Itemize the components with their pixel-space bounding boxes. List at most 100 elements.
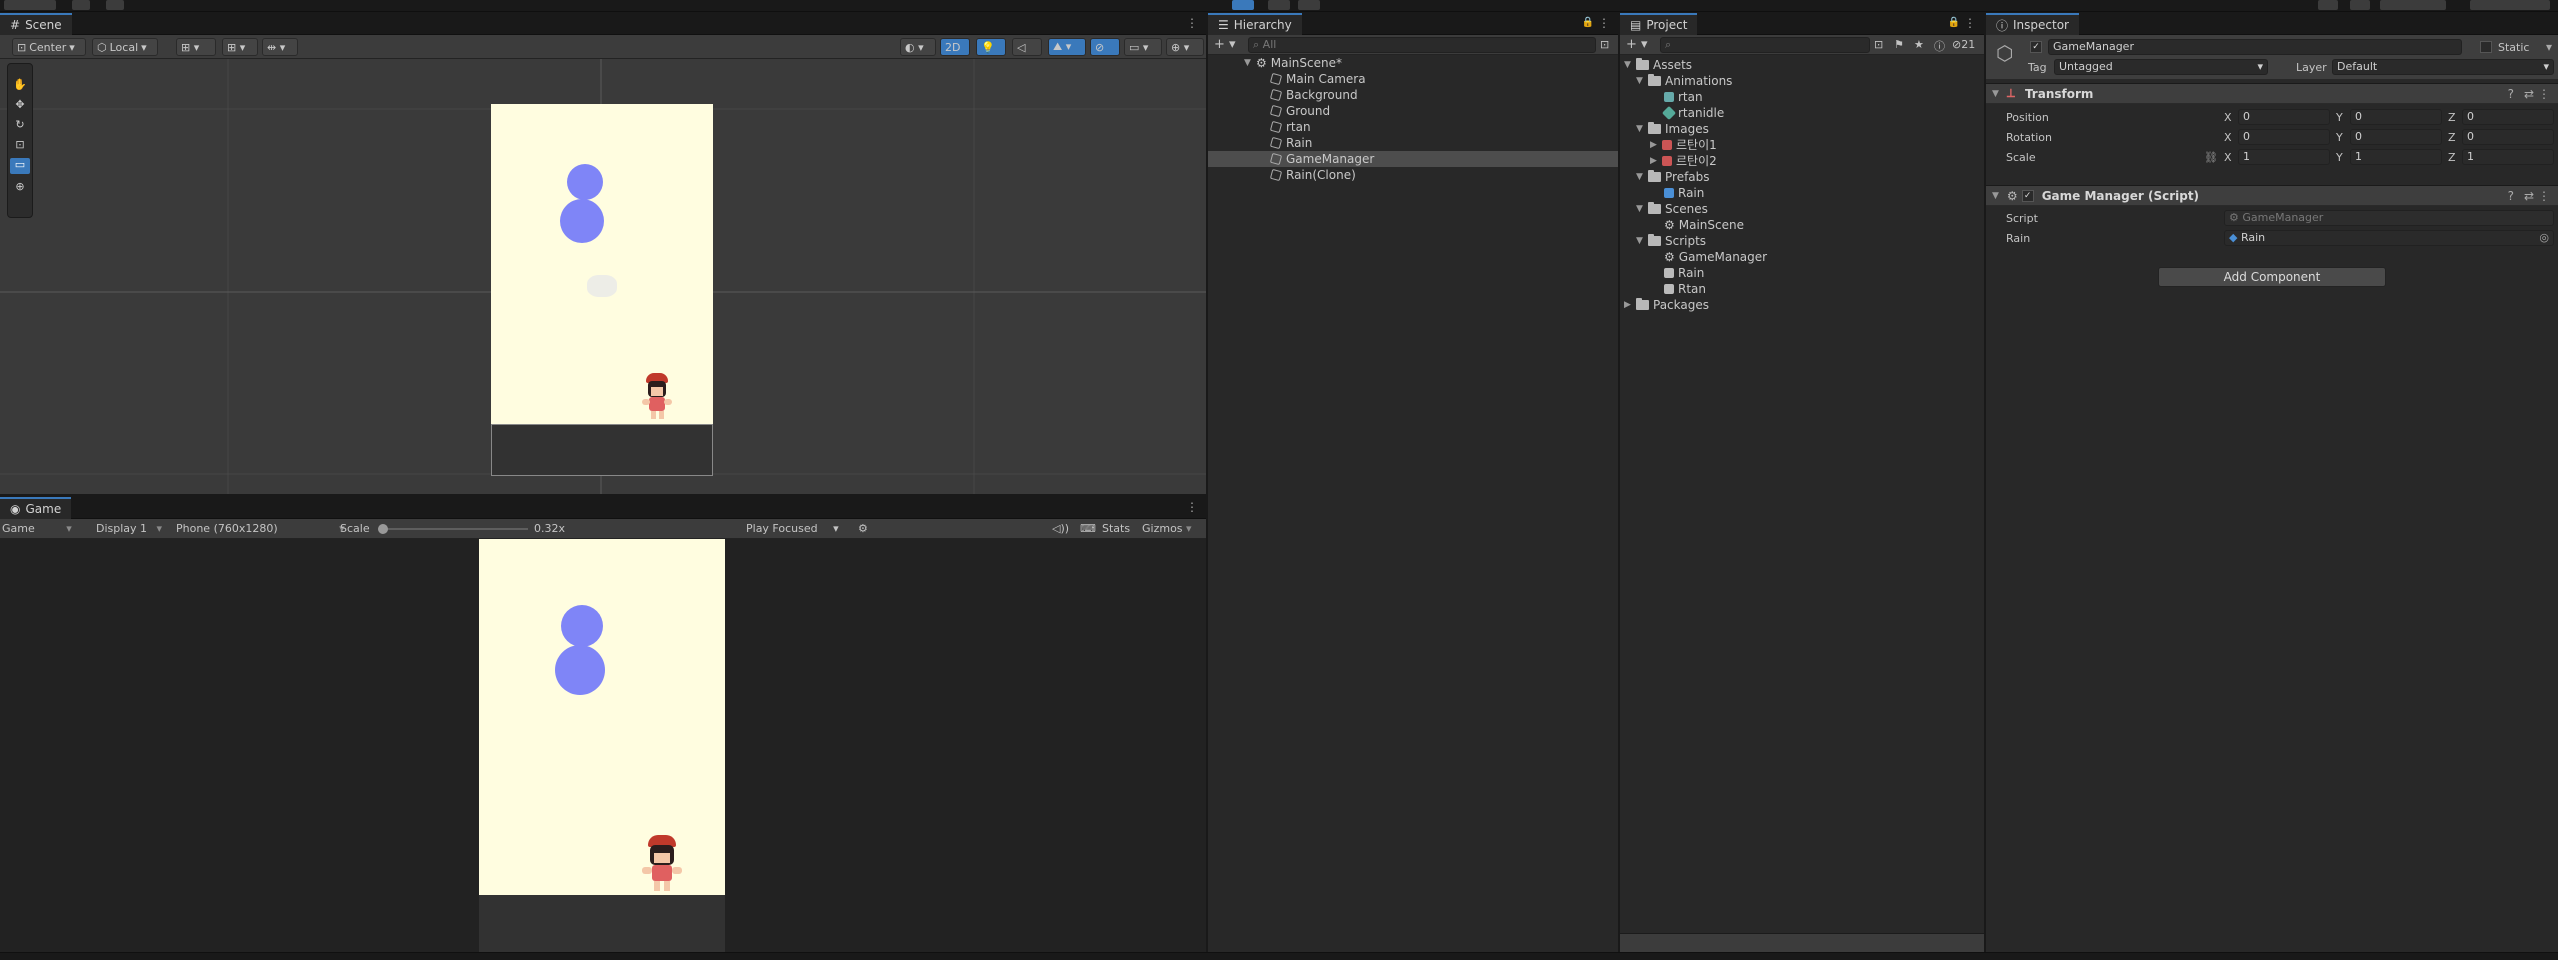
resolution-dropdown[interactable]: Phone (760x1280) ▾ bbox=[176, 522, 345, 535]
rotation-y-field[interactable]: 0 bbox=[2350, 129, 2442, 145]
asset-item[interactable]: rtan bbox=[1620, 89, 1984, 105]
hierarchy-item[interactable]: Main Camera bbox=[1208, 71, 1618, 87]
folder-prefabs[interactable]: ▼ Prefabs bbox=[1620, 169, 1984, 185]
project-search-input[interactable]: ⌕ bbox=[1660, 37, 1870, 53]
more-icon[interactable]: ⋮ bbox=[2538, 87, 2550, 101]
search-filter-icon[interactable]: ⊡ bbox=[1600, 38, 1609, 51]
tab-game[interactable]: ◉ Game bbox=[0, 497, 72, 519]
asset-item[interactable]: ⚙ GameManager bbox=[1620, 249, 1984, 265]
asset-item[interactable]: ▶ 르탄이2 bbox=[1620, 153, 1984, 169]
search-by-type-icon[interactable]: ⊡ bbox=[1874, 38, 1883, 51]
create-asset-button[interactable]: + ▾ bbox=[1626, 37, 1648, 52]
hierarchy-search-input[interactable]: ⌕ All bbox=[1248, 37, 1596, 53]
search-icon[interactable] bbox=[2350, 0, 2370, 10]
lock-icon[interactable]: 🔒 bbox=[1582, 17, 1594, 28]
rain-object-field[interactable]: ◆ Rain ◎ bbox=[2224, 230, 2554, 246]
space-dropdown[interactable]: ⬡ Local ▾ bbox=[92, 38, 158, 56]
camera-dropdown[interactable]: ▭ ▾ bbox=[1124, 38, 1162, 56]
draw-mode-dropdown[interactable]: ◐ ▾ bbox=[900, 38, 936, 56]
scene-viewport[interactable] bbox=[0, 59, 1206, 494]
folder-scripts[interactable]: ▼ Scripts bbox=[1620, 233, 1984, 249]
gizmos-dropdown[interactable]: ⊕ ▾ bbox=[1166, 38, 1204, 56]
transform-component-header[interactable]: ▼ ⟂ Transform ? ⇄ ⋮ bbox=[1986, 83, 2558, 104]
preset-icon[interactable]: ⇄ bbox=[2524, 189, 2534, 203]
folder-images[interactable]: ▼ Images bbox=[1620, 121, 1984, 137]
layer-dropdown[interactable]: Default ▾ bbox=[2332, 59, 2554, 75]
position-y-field[interactable]: 0 bbox=[2350, 109, 2442, 125]
help-icon[interactable]: ? bbox=[2508, 87, 2514, 101]
grid-snap-button[interactable]: ⊞ ▾ bbox=[176, 38, 216, 56]
rotate-tool-icon[interactable]: ↻ bbox=[12, 118, 28, 132]
bug-icon[interactable]: ⚙ bbox=[858, 522, 868, 535]
more-icon[interactable]: ⋮ bbox=[1964, 16, 1976, 30]
tag-dropdown[interactable]: Untagged ▾ bbox=[2054, 59, 2268, 75]
scale-slider-handle[interactable] bbox=[378, 524, 388, 534]
effects-dropdown[interactable]: ⛰ ▾ bbox=[1048, 38, 1086, 56]
asset-item[interactable]: rtanidle bbox=[1620, 105, 1984, 121]
object-picker-icon[interactable]: ◎ bbox=[2539, 231, 2549, 245]
move-tool-icon[interactable]: ✥ bbox=[12, 98, 28, 112]
scale-y-field[interactable]: 1 bbox=[2350, 149, 2442, 165]
keyboard-icon[interactable]: ⌨ bbox=[1080, 522, 1096, 535]
more-icon[interactable]: ⋮ bbox=[1598, 16, 1610, 30]
hierarchy-item[interactable]: Rain(Clone) bbox=[1208, 167, 1618, 183]
asset-item[interactable]: Rain bbox=[1620, 185, 1984, 201]
hierarchy-item[interactable]: rtan bbox=[1208, 119, 1618, 135]
hidden-objects-toggle[interactable]: ⊘ bbox=[1090, 38, 1120, 56]
search-by-label-icon[interactable]: ⚑ bbox=[1894, 38, 1904, 51]
position-z-field[interactable]: 0 bbox=[2462, 109, 2554, 125]
rect-tool-icon[interactable]: ▭ bbox=[10, 158, 30, 174]
asset-item[interactable]: ⚙ MainScene bbox=[1620, 217, 1984, 233]
background-sprite[interactable] bbox=[491, 104, 713, 424]
settings-icon[interactable] bbox=[106, 0, 124, 10]
cloud-icon[interactable] bbox=[72, 0, 90, 10]
folder-scenes[interactable]: ▼ Scenes bbox=[1620, 201, 1984, 217]
lighting-toggle[interactable]: 💡 bbox=[976, 38, 1006, 56]
folder-assets[interactable]: ▼ Assets bbox=[1620, 57, 1984, 73]
scale-tool-icon[interactable]: ⊡ bbox=[12, 138, 28, 152]
tab-scene[interactable]: # Scene bbox=[0, 13, 72, 35]
chevron-down-icon[interactable]: ▾ bbox=[2546, 40, 2552, 54]
rtan-sprite[interactable] bbox=[640, 373, 674, 423]
layers-dropdown[interactable] bbox=[2380, 0, 2446, 10]
camera-gizmo-icon[interactable] bbox=[587, 275, 617, 297]
grid-visibility-button[interactable]: ⊞ ▾ bbox=[222, 38, 258, 56]
scale-slider[interactable] bbox=[378, 528, 528, 530]
info-icon[interactable]: ⓘ bbox=[1934, 38, 1945, 54]
add-object-button[interactable]: + ▾ bbox=[1214, 37, 1236, 52]
tab-project[interactable]: ▤ Project bbox=[1620, 13, 1698, 35]
ground-sprite[interactable] bbox=[491, 424, 713, 476]
hidden-packages-toggle[interactable]: ⊘21 bbox=[1952, 38, 1975, 51]
audio-mute-icon[interactable]: ◁)) bbox=[1052, 522, 1069, 535]
hierarchy-item-selected[interactable]: GameManager bbox=[1208, 151, 1618, 167]
play-button[interactable] bbox=[1232, 0, 1254, 10]
account-dropdown[interactable] bbox=[4, 0, 56, 10]
hierarchy-item[interactable]: Background bbox=[1208, 87, 1618, 103]
mode-2d-toggle[interactable]: 2D bbox=[940, 38, 970, 56]
pivot-dropdown[interactable]: ⊡ Center ▾ bbox=[12, 38, 86, 56]
scale-z-field[interactable]: 1 bbox=[2462, 149, 2554, 165]
preset-icon[interactable]: ⇄ bbox=[2524, 87, 2534, 101]
enabled-checkbox[interactable]: ✓ bbox=[2021, 189, 2034, 202]
hierarchy-item[interactable]: Ground bbox=[1208, 103, 1618, 119]
game-viewport[interactable] bbox=[0, 539, 1206, 952]
increment-snap-button[interactable]: ⇹ ▾ bbox=[262, 38, 298, 56]
step-button[interactable] bbox=[1298, 0, 1320, 10]
game-view-dropdown[interactable]: Game ▾ bbox=[2, 522, 72, 535]
history-icon[interactable] bbox=[2318, 0, 2338, 10]
rain-drop-large[interactable] bbox=[560, 199, 604, 243]
favorite-icon[interactable]: ★ bbox=[1914, 38, 1924, 51]
tab-inspector[interactable]: ⓘ Inspector bbox=[1986, 13, 2079, 35]
layout-dropdown[interactable] bbox=[2470, 0, 2550, 10]
asset-item[interactable]: ▶ 르탄이1 bbox=[1620, 137, 1984, 153]
folder-animations[interactable]: ▼ Animations bbox=[1620, 73, 1984, 89]
gizmos-dropdown[interactable]: Gizmos ▾ bbox=[1142, 522, 1192, 535]
audio-toggle[interactable]: ◁ bbox=[1012, 38, 1042, 56]
more-icon[interactable]: ⋮ bbox=[1186, 16, 1198, 30]
display-dropdown[interactable]: Display 1 ▾ bbox=[96, 522, 162, 535]
stats-button[interactable]: Stats bbox=[1102, 522, 1130, 535]
position-x-field[interactable]: 0 bbox=[2238, 109, 2330, 125]
static-checkbox[interactable] bbox=[2480, 41, 2492, 53]
pause-button[interactable] bbox=[1268, 0, 1290, 10]
script-component-header[interactable]: ▼ ⚙ ✓ Game Manager (Script) ? ⇄ ⋮ bbox=[1986, 185, 2558, 206]
